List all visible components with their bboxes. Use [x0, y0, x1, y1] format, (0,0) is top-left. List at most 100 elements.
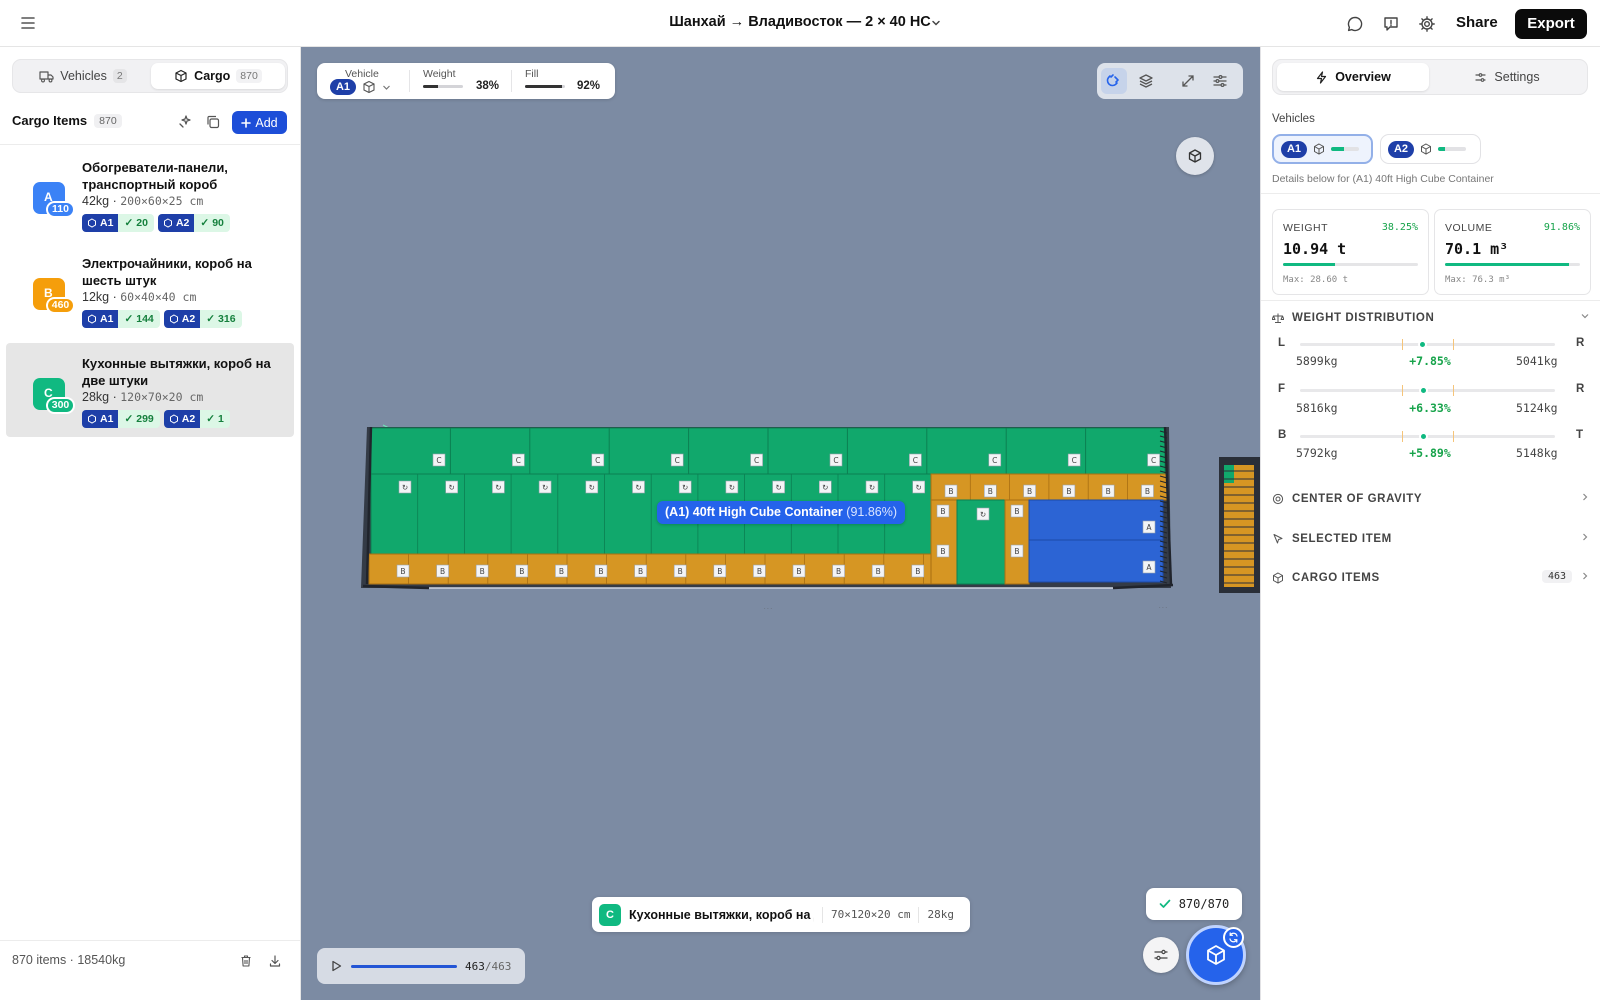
tab-settings[interactable]: Settings	[1431, 63, 1583, 91]
wd-left-letter: F	[1278, 383, 1286, 395]
expand-button[interactable]	[1175, 68, 1201, 94]
chevron-down-icon[interactable]	[930, 17, 942, 29]
wd-tick	[1453, 431, 1454, 442]
wd-balance-marker	[1417, 340, 1427, 349]
add-cargo-label: Add	[255, 115, 278, 130]
svg-text:· · ·: · · ·	[764, 606, 772, 612]
playback-current: 463	[465, 959, 485, 973]
repack-button[interactable]	[1223, 927, 1244, 948]
wd-track	[1300, 385, 1555, 396]
vehicle-name: A2	[1388, 140, 1414, 158]
placed-count-chip: 870/870	[1146, 888, 1242, 920]
vehicle-pill[interactable]: A1	[330, 79, 356, 95]
cube-icon	[169, 414, 178, 424]
weight-value: 38%	[476, 80, 500, 92]
vehicle-chip[interactable]: A2 ✓ 1	[163, 410, 230, 428]
selected-name: Кухонные вытяжки, короб на две штуки	[629, 907, 814, 922]
fill-value: 92%	[577, 80, 601, 92]
volume-card-bar	[1445, 263, 1580, 266]
tab-cargo-count: 870	[236, 69, 262, 83]
feedback-icon[interactable]	[1382, 15, 1400, 33]
gear-icon[interactable]	[1418, 15, 1436, 33]
fill-bar-fill	[525, 85, 562, 88]
svg-text:· · ·: · · ·	[1159, 605, 1167, 611]
play-icon[interactable]	[329, 959, 343, 973]
download-icon[interactable]	[268, 954, 282, 968]
cargo-name: Кухонные вытяжки, короб на две штуки	[82, 356, 271, 388]
chat-icon[interactable]	[1346, 15, 1364, 33]
tab-overview[interactable]: Overview	[1277, 63, 1429, 91]
playback-progress-fill	[351, 964, 457, 968]
vehicle-chip[interactable]: A2 ✓ 316	[163, 310, 242, 328]
cargo-label-b-text: B	[940, 547, 945, 556]
cargo-label-b-text: B	[757, 567, 762, 576]
container-fill-pct: (91.86%)	[846, 505, 898, 519]
refresh-icon	[1229, 932, 1238, 943]
vehicle-chip[interactable]: A1 ✓ 299	[82, 410, 160, 428]
layers-button[interactable]	[1133, 68, 1159, 94]
placed-count: 870/870	[1178, 897, 1230, 911]
vehicle-chip[interactable]: A2 ✓ 90	[157, 214, 230, 232]
cargo-item-a[interactable]: A 110 Обогреватели-панели, транспортный …	[6, 147, 294, 241]
tab-vehicles-label: Vehicles	[60, 69, 107, 83]
cargo-label-c-text: C	[913, 456, 918, 465]
cargo-label-b-text: B	[519, 567, 524, 576]
chip-vehicle: A2	[181, 413, 196, 425]
container-name: (A1) 40ft High Cube Container	[665, 505, 843, 519]
summary-weight: 18540kg	[77, 953, 126, 967]
divider	[1260, 300, 1600, 301]
weight-distribution-header[interactable]: WEIGHT DISTRIBUTION	[1272, 308, 1590, 328]
sidebar-tabs: Vehicles 2 Cargo 870	[12, 59, 288, 93]
tab-cargo[interactable]: Cargo 870	[151, 63, 285, 89]
copy-icon[interactable]	[205, 114, 221, 130]
tab-vehicles[interactable]: Vehicles 2	[17, 63, 149, 89]
top-bar: Шанхай → Владивосток — 2 × 40 HC Share E…	[0, 0, 1600, 47]
cargo-qty: 110	[46, 201, 75, 218]
cargo-label-c-text: C	[675, 456, 680, 465]
wd-track	[1300, 339, 1555, 350]
tab-vehicles-count: 2	[112, 69, 127, 83]
wd-left-letter: B	[1278, 429, 1287, 441]
vehicle-chip[interactable]: A1 ✓ 144	[82, 310, 160, 328]
magnet-button[interactable]	[1101, 68, 1127, 94]
export-button[interactable]: Export	[1515, 9, 1587, 39]
3d-viewport[interactable]: C C C C C C C C C C ↻ ↻ ↻ ↻ ↻ ↻ ↻ ↻ ↻ ↻ ↻ ↻ B B B B B B B B B B B B B B B B B B…	[301, 47, 1260, 1000]
cargo-label-c-text: C	[595, 456, 600, 465]
share-button[interactable]: Share	[1450, 12, 1504, 33]
chip-vehicle: A2	[175, 217, 190, 229]
sparkle-icon[interactable]	[177, 114, 193, 130]
cargo-items-section-count: 463	[1541, 570, 1572, 583]
playback-progress[interactable]	[351, 964, 457, 968]
center-of-gravity-header[interactable]: CENTER OF GRAVITY	[1272, 489, 1590, 509]
cargo-item-b[interactable]: B 460 Электрочайники, короб на шесть шту…	[6, 243, 294, 337]
magnet-icon	[1106, 74, 1119, 87]
box-icon	[1273, 572, 1283, 584]
vehicle-chip-a2[interactable]: A2	[1380, 134, 1481, 164]
weight-bar	[423, 85, 463, 88]
plus-icon	[241, 117, 252, 128]
menu-icon[interactable]	[20, 16, 36, 30]
cargo-label-b-text: B	[598, 567, 603, 576]
view-cube-button[interactable]	[1176, 137, 1214, 175]
trash-icon[interactable]	[239, 954, 253, 968]
left-sidebar: Vehicles 2 Cargo 870 Cargo Items 870 Add…	[0, 47, 301, 1000]
adjust-button[interactable]	[1207, 68, 1233, 94]
cube-icon	[88, 414, 96, 424]
chevron-down-icon[interactable]	[382, 84, 391, 91]
add-cargo-button[interactable]: Add	[232, 111, 287, 134]
filters-button[interactable]	[1143, 937, 1179, 973]
vehicle-chip-a1[interactable]: A1	[1272, 134, 1373, 164]
selected-item-header[interactable]: SELECTED ITEM	[1272, 529, 1590, 549]
container-label[interactable]: (A1) 40ft High Cube Container (91.86%)	[657, 501, 906, 524]
cargo-label-rot-text: ↻	[869, 483, 875, 492]
second-container-cargo	[1224, 465, 1254, 587]
cargo-items-header[interactable]: CARGO ITEMS 463	[1272, 568, 1590, 588]
cargo-label-c-text: C	[833, 456, 838, 465]
right-panel: Overview Settings Vehicles A1 A2 Details…	[1260, 47, 1600, 1000]
wd-left-kg: 5816kg	[1296, 401, 1338, 415]
vehicle-chip[interactable]: A1 ✓ 20	[82, 214, 154, 232]
cargo-item-c[interactable]: C 300 Кухонные вытяжки, короб на две шту…	[6, 343, 294, 437]
selected-item-bar[interactable]: C Кухонные вытяжки, короб на две штуки 7…	[592, 897, 970, 932]
cargo-label-c-text: C	[516, 456, 521, 465]
cargo-chips: A1 ✓ 299 A2 ✓ 1	[82, 410, 230, 428]
